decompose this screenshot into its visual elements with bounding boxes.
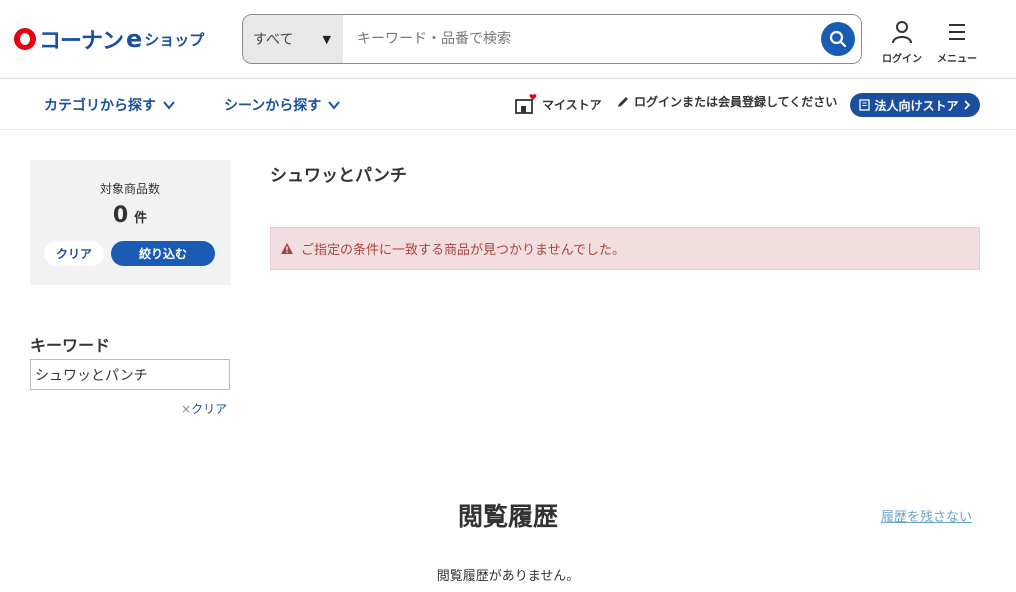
nav-scene-label: シーンから探す: [224, 98, 322, 114]
filter-narrow-button[interactable]: 絞り込む: [111, 241, 215, 266]
nav-category-label: カテゴリから探す: [44, 98, 156, 114]
result-title: シュワッとパンチ: [270, 166, 407, 186]
search-icon: [829, 30, 847, 48]
keyword-clear-link[interactable]: ×クリア: [181, 400, 227, 417]
business-store-label: 法人向けストア: [874, 98, 959, 113]
caret-down-icon: ▼: [322, 32, 331, 46]
business-store-button[interactable]: 法人向けストア: [850, 93, 980, 117]
warning-icon: [281, 243, 293, 254]
site-logo[interactable]: コーナン e ショップ: [14, 24, 204, 54]
menu-label: メニュー: [937, 54, 977, 65]
search-input[interactable]: [343, 15, 861, 63]
login-button[interactable]: ログイン: [878, 20, 926, 65]
login-register-link[interactable]: ログインまたは会員登録してください: [616, 93, 837, 110]
filter-count-value: 0: [112, 203, 129, 228]
search-category-select[interactable]: すべて ▼: [243, 15, 343, 63]
history-no-keep-link[interactable]: 履歴を残さない: [881, 506, 972, 525]
filter-count: 0件: [30, 203, 230, 228]
hamburger-icon: [949, 24, 965, 40]
nav-scene[interactable]: シーンから探す: [224, 95, 341, 115]
menu-button[interactable]: メニュー: [933, 20, 981, 65]
alert-text: ご指定の条件に一致する商品が見つかりませんでした。: [301, 243, 625, 258]
site-header: コーナン e ショップ すべて ▼ ログイン メニュー: [0, 0, 1016, 79]
chevron-down-icon: [328, 101, 341, 110]
keyword-clear-label: クリア: [191, 402, 228, 416]
no-results-alert: ご指定の条件に一致する商品が見つかりませんでした。: [270, 227, 980, 270]
filter-label: 対象商品数: [99, 182, 160, 196]
filter-summary: 対象商品数 0件 クリア 絞り込む: [30, 160, 230, 285]
building-icon: [859, 99, 871, 111]
chevron-down-icon: [163, 101, 175, 110]
close-icon: ×: [181, 402, 192, 416]
logo-mark-icon: [14, 28, 36, 50]
my-store-label: マイストア: [542, 97, 602, 112]
history-title: 閲覧履歴: [457, 502, 558, 531]
search-bar: すべて ▼: [242, 14, 862, 64]
logo-e: e: [126, 25, 143, 53]
search-category-value: すべて: [253, 32, 294, 48]
login-register-label: ログインまたは会員登録してください: [634, 95, 838, 109]
login-label: ログイン: [882, 54, 922, 65]
my-store-link[interactable]: マイストア: [514, 93, 602, 115]
logo-text: コーナン: [39, 29, 124, 54]
filter-count-unit: 件: [134, 211, 148, 226]
keyword-heading: キーワード: [30, 336, 111, 355]
filter-clear-button[interactable]: クリア: [44, 241, 104, 266]
logo-sub: ショップ: [144, 30, 205, 49]
store-heart-icon: [515, 94, 537, 114]
pencil-icon: [618, 96, 628, 107]
search-button[interactable]: [821, 22, 855, 56]
history-empty-text: 閲覧履歴がありません。: [436, 569, 580, 584]
chevron-right-icon: [963, 100, 970, 110]
user-icon: [892, 21, 912, 44]
keyword-input[interactable]: [30, 359, 230, 390]
nav-category[interactable]: カテゴリから探す: [44, 95, 176, 115]
